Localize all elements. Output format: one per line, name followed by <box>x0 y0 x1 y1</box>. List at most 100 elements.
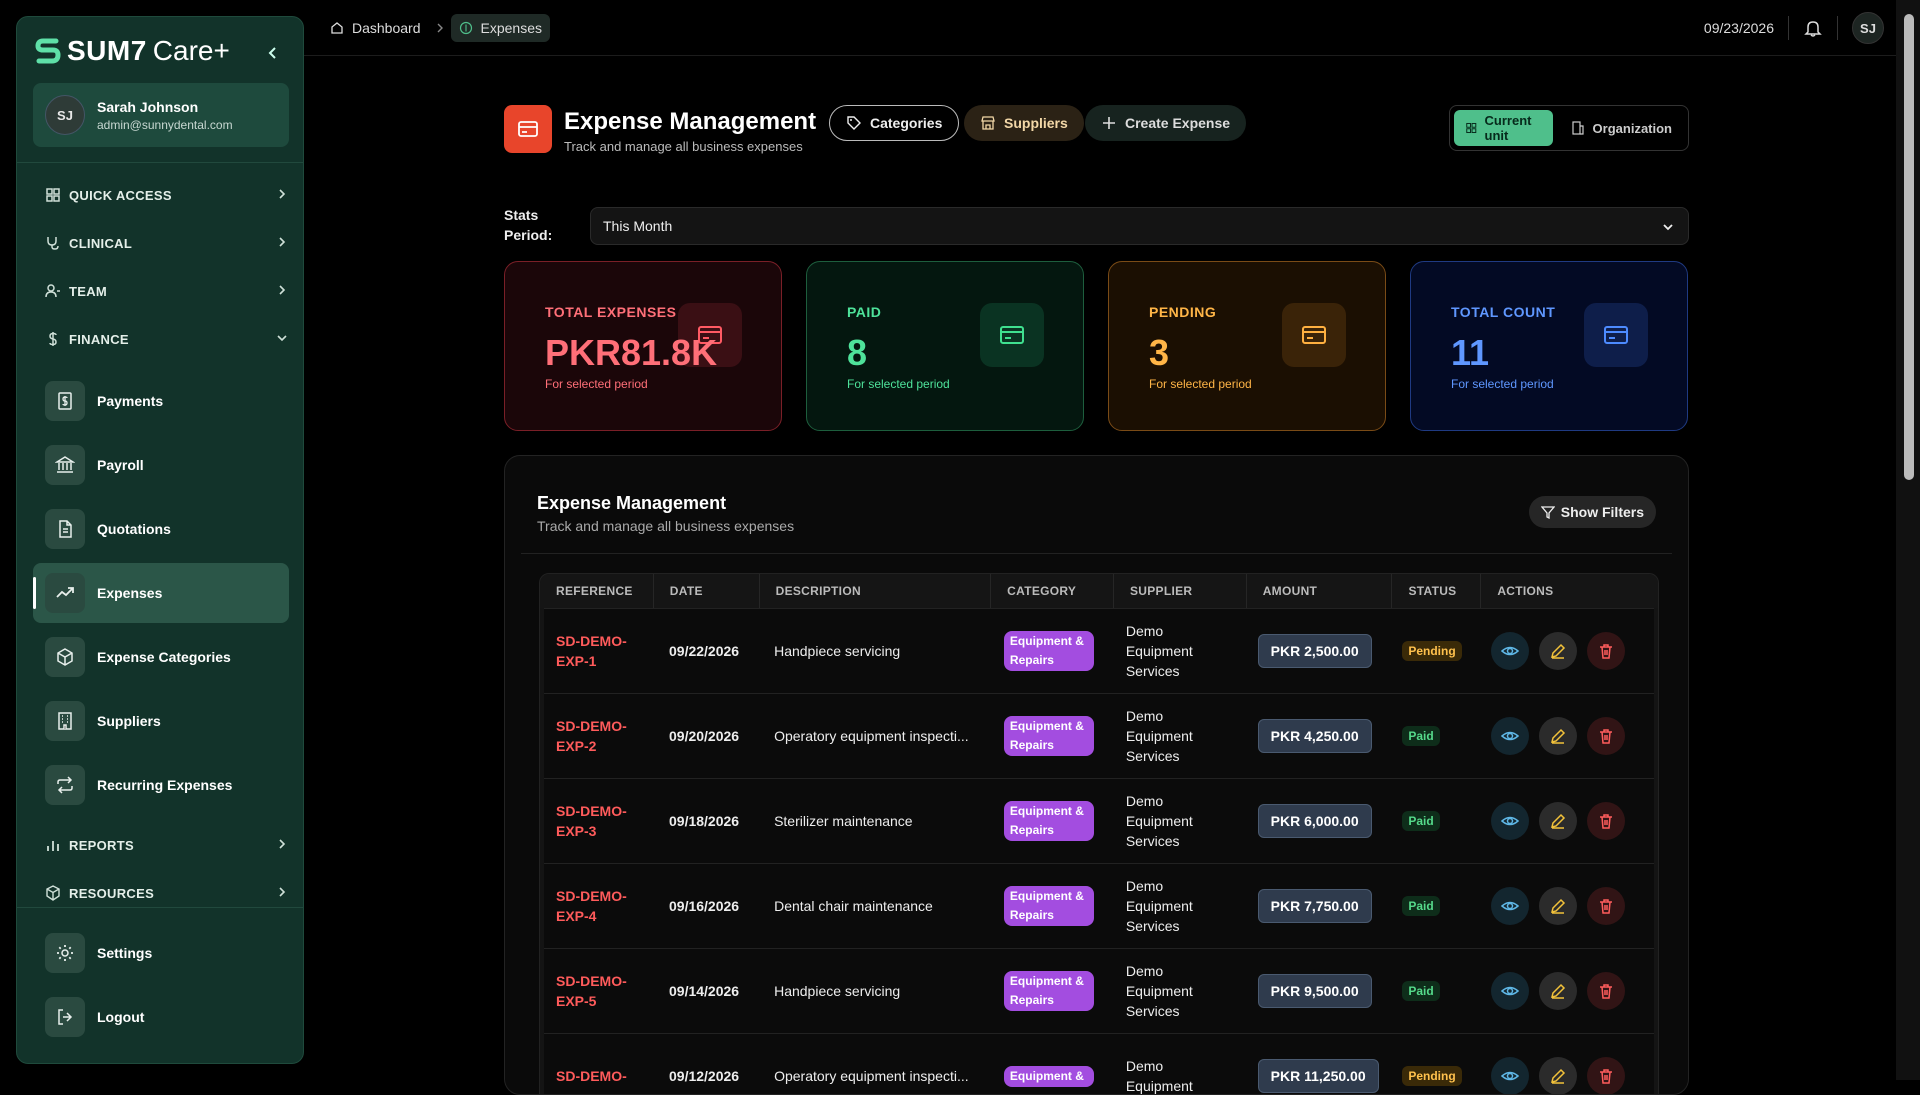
view-button[interactable] <box>1490 887 1529 925</box>
column-header[interactable]: REFERENCE <box>540 574 654 608</box>
sidebar-item-settings[interactable]: Settings <box>33 923 289 983</box>
sidebar-item-label: Logout <box>97 1009 145 1025</box>
table-row[interactable]: SD-DEMO- EXP-4 09/16/2026 Dental chair ma… <box>544 863 1654 948</box>
sidebar-item-payments[interactable]: Payments <box>33 371 289 431</box>
view-button[interactable] <box>1490 972 1529 1010</box>
reference-line[interactable]: SD-DEMO- <box>556 886 627 906</box>
product-name: Care+ <box>152 35 230 66</box>
column-header[interactable]: SUPPLIER <box>1114 574 1247 608</box>
table-row[interactable]: SD-DEMO- EXP-1 09/22/2026 Handpiece servi… <box>544 608 1654 693</box>
cell-supplier: Demo Equipment Services <box>1114 694 1246 778</box>
cell-reference: SD-DEMO- EXP-4 <box>544 864 657 948</box>
scope-current-unit[interactable]: Current unit <box>1454 110 1553 146</box>
reference-line[interactable]: EXP-2 <box>556 736 627 756</box>
sidebar-item-suppliers[interactable]: Suppliers <box>33 691 289 751</box>
sidebar-item-payroll[interactable]: Payroll <box>33 435 289 495</box>
section-finance[interactable]: FINANCE <box>45 325 293 353</box>
table-row[interactable]: SD-DEMO- EXP-5 09/14/2026 Handpiece servi… <box>544 948 1654 1033</box>
scrollbar-thumb[interactable] <box>1904 14 1914 480</box>
grid-icon <box>1466 122 1477 134</box>
category-line: Equipment & <box>1009 889 1084 903</box>
amount-badge: PKR 7,750.00 <box>1257 889 1372 923</box>
table-row[interactable]: SD-DEMO- EXP-3 09/18/2026 Sterilizer main… <box>544 778 1654 863</box>
reference-line[interactable]: EXP-3 <box>556 821 627 841</box>
column-header[interactable]: DESCRIPTION <box>760 574 992 608</box>
view-button[interactable] <box>1490 802 1529 840</box>
section-label: FINANCE <box>69 331 129 347</box>
view-button[interactable] <box>1490 632 1529 670</box>
reference-line[interactable]: EXP-5 <box>556 991 627 1011</box>
edit-button[interactable] <box>1538 717 1577 755</box>
view-button[interactable] <box>1490 717 1529 755</box>
section-clinical[interactable]: CLINICAL <box>45 229 293 257</box>
edit-button[interactable] <box>1538 632 1577 670</box>
chevron-down-icon <box>1663 224 1673 231</box>
category-badge: Equipment & Repairs <box>1003 971 1094 1011</box>
stat-value: PKR81.8K <box>545 332 718 373</box>
section-quick-access[interactable]: QUICK ACCESS <box>45 181 293 209</box>
delete-button[interactable] <box>1586 632 1625 670</box>
stats-period-select[interactable]: This Month <box>590 207 1689 245</box>
reference-line[interactable]: SD-DEMO- <box>556 801 627 821</box>
edit-button[interactable] <box>1538 887 1577 925</box>
section-team[interactable]: TEAM <box>45 277 293 305</box>
reference-line[interactable]: EXP-1 <box>556 651 627 671</box>
reference-line[interactable]: SD-DEMO- <box>556 631 627 651</box>
bank-icon <box>55 456 75 473</box>
sidebar-item-expenses[interactable]: Expenses <box>33 563 289 623</box>
table-row[interactable]: SD-DEMO- EXP-2 09/20/2026 Operatory equip… <box>544 693 1654 778</box>
supplier-line: Equipment <box>1125 728 1193 744</box>
bell-icon[interactable] <box>1803 18 1823 38</box>
scope-organization[interactable]: Organization <box>1559 110 1684 146</box>
category-badge: Equipment & Repairs <box>1003 886 1094 926</box>
categories-button[interactable]: Categories <box>829 105 960 141</box>
section-reports[interactable]: REPORTS <box>45 831 293 859</box>
scope-label: Current unit <box>1484 113 1532 143</box>
scope-toggle: Current unit Organization <box>1449 105 1689 151</box>
avatar[interactable]: SJ <box>1852 12 1884 44</box>
create-expense-button[interactable]: Create Expense <box>1085 105 1247 141</box>
delete-button[interactable] <box>1586 802 1625 840</box>
cell-category: Equipment & <box>992 1034 1114 1094</box>
sidebar-item-logout[interactable]: Logout <box>33 987 289 1047</box>
edit-button[interactable] <box>1538 1057 1577 1094</box>
cell-status: Paid <box>1390 694 1478 778</box>
stat-value: 8 <box>847 332 868 373</box>
credit-card-icon <box>1584 303 1648 367</box>
show-filters-button[interactable]: Show Filters <box>1528 496 1656 528</box>
eye-icon <box>1500 1071 1519 1081</box>
reference-line[interactable]: EXP-4 <box>556 906 627 926</box>
breadcrumb-expenses[interactable]: Expenses <box>450 13 550 42</box>
column-header[interactable]: CATEGORY <box>991 574 1114 608</box>
delete-button[interactable] <box>1586 1057 1625 1094</box>
amount-badge: PKR 6,000.00 <box>1257 804 1372 838</box>
reference-line[interactable]: SD-DEMO- <box>556 1066 627 1086</box>
reference-line[interactable]: SD-DEMO- <box>556 716 627 736</box>
description-text: Sterilizer maintenance <box>774 813 913 829</box>
sidebar-item-recurring-expenses[interactable]: Recurring Expenses <box>33 755 289 815</box>
column-header[interactable]: DATE <box>654 574 760 608</box>
user-email: admin@sunnydental.com <box>97 117 233 132</box>
view-button[interactable] <box>1490 1057 1529 1094</box>
suppliers-button[interactable]: Suppliers <box>964 105 1084 141</box>
breadcrumb-dashboard[interactable]: Dashboard <box>322 14 429 42</box>
column-header[interactable]: STATUS <box>1392 574 1482 608</box>
logo-mark-icon <box>35 38 61 64</box>
delete-button[interactable] <box>1586 887 1625 925</box>
column-header[interactable]: AMOUNT <box>1247 574 1393 608</box>
scrollbar-track[interactable] <box>1896 0 1920 1080</box>
edit-button[interactable] <box>1538 972 1577 1010</box>
cell-description: Handpiece servicing <box>762 609 992 693</box>
reference-line[interactable]: SD-DEMO- <box>556 971 627 991</box>
sidebar-item-quotations[interactable]: Quotations <box>33 499 289 559</box>
delete-button[interactable] <box>1586 972 1625 1010</box>
delete-button[interactable] <box>1586 717 1625 755</box>
edit-button[interactable] <box>1538 802 1577 840</box>
sidebar-item-expense-categories[interactable]: Expense Categories <box>33 627 289 687</box>
collapse-sidebar-button[interactable] <box>263 43 283 63</box>
pencil-icon <box>1550 728 1565 744</box>
section-resources[interactable]: RESOURCES <box>45 879 293 907</box>
table-row[interactable]: SD-DEMO- 09/12/2026 Operatory equipment … <box>544 1033 1654 1094</box>
building-icon <box>58 712 72 730</box>
user-card[interactable]: SJ Sarah Johnson admin@sunnydental.com <box>33 83 289 147</box>
